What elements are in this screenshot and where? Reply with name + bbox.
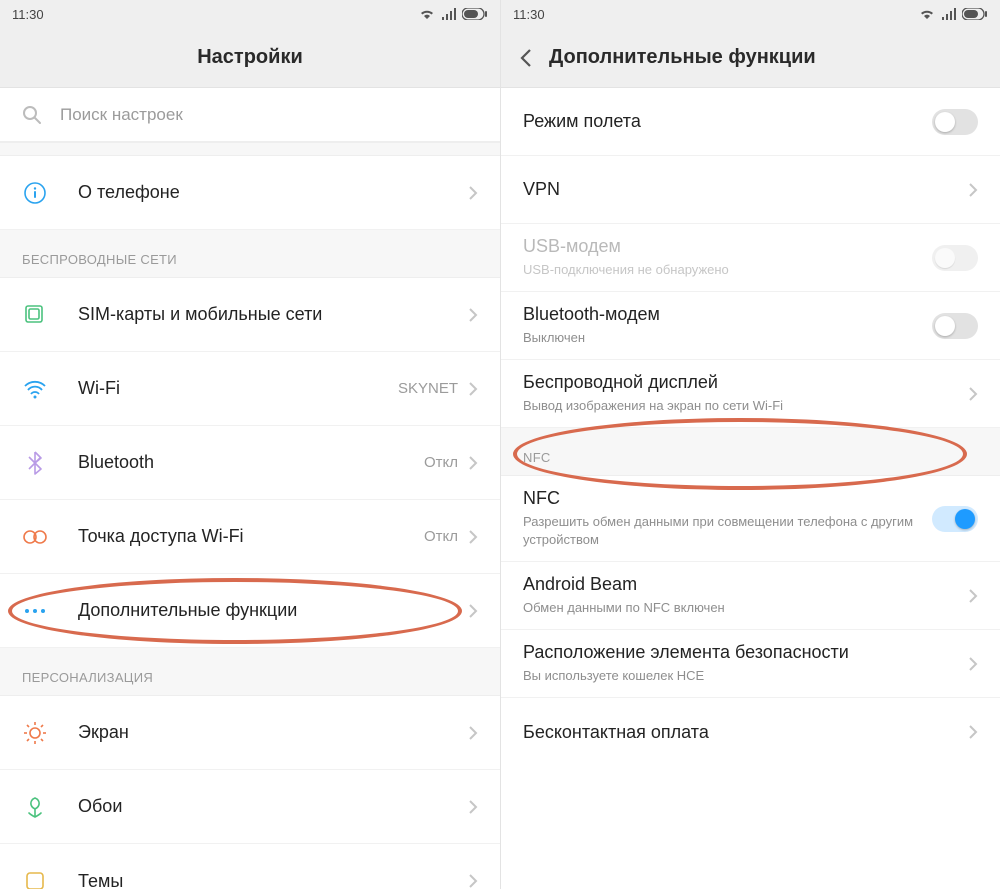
back-icon[interactable] (519, 48, 533, 68)
row-usb-tether: USB-модем USB-подключения не обнаружено (501, 224, 1000, 292)
row-label: Дополнительные функции (78, 600, 468, 621)
chevron-right-icon (468, 185, 478, 201)
status-bar: 11:30 (501, 0, 1000, 28)
chevron-right-icon (468, 381, 478, 397)
row-value: SKYNET (398, 380, 458, 397)
sim-icon (22, 302, 48, 328)
brightness-icon (22, 720, 48, 746)
tulip-icon (22, 794, 48, 820)
row-value: Откл (424, 528, 458, 545)
row-airplane[interactable]: Режим полета (501, 88, 1000, 156)
chevron-right-icon (468, 873, 478, 889)
toggle-nfc[interactable] (932, 506, 978, 532)
row-sub: Обмен данными по NFC включен (523, 599, 968, 617)
row-display[interactable]: Экран (0, 696, 500, 770)
chevron-right-icon (468, 603, 478, 619)
row-android-beam[interactable]: Android Beam Обмен данными по NFC включе… (501, 562, 1000, 630)
row-label: Wi-Fi (78, 378, 398, 399)
row-label: О телефоне (78, 182, 468, 203)
chevron-right-icon (468, 529, 478, 545)
section-personalization: ПЕРСОНАЛИЗАЦИЯ (0, 648, 500, 696)
hotspot-icon (22, 524, 48, 550)
row-label: Bluetooth-модем (523, 304, 932, 325)
phone-left-settings: 11:30 Настройки Поиск настроек О телефон… (0, 0, 500, 889)
chevron-right-icon (968, 386, 978, 402)
page-title: Настройки (197, 46, 303, 69)
wifi-icon (22, 376, 48, 402)
row-sub: Вывод изображения на экран по сети Wi-Fi (523, 397, 968, 415)
search-bar[interactable]: Поиск настроек (0, 88, 500, 142)
chevron-right-icon (968, 588, 978, 604)
row-value: Откл (424, 454, 458, 471)
row-sub: Разрешить обмен данными при совмещении т… (523, 513, 932, 548)
row-label: Бесконтактная оплата (523, 722, 968, 743)
themes-icon (22, 868, 48, 889)
search-icon (22, 105, 42, 125)
row-more-functions[interactable]: Дополнительные функции (0, 574, 500, 648)
chevron-right-icon (968, 182, 978, 198)
chevron-right-icon (968, 656, 978, 672)
row-bt-tether[interactable]: Bluetooth-модем Выключен (501, 292, 1000, 360)
row-label: VPN (523, 179, 968, 200)
info-icon (22, 180, 48, 206)
row-sub: Вы используете кошелек HCE (523, 667, 968, 685)
row-label: NFC (523, 488, 932, 509)
row-wireless-display[interactable]: Беспроводной дисплей Вывод изображения н… (501, 360, 1000, 428)
toggle-airplane[interactable] (932, 109, 978, 135)
row-label: Bluetooth (78, 452, 424, 473)
row-hotspot[interactable]: Точка доступа Wi-Fi Откл (0, 500, 500, 574)
section-nfc: NFC (501, 428, 1000, 476)
row-sub: Выключен (523, 329, 932, 347)
row-tap-and-pay[interactable]: Бесконтактная оплата (501, 698, 1000, 766)
signal-icon (941, 8, 956, 20)
signal-icon (441, 8, 456, 20)
phone-right-more: 11:30 Дополнительные функции Режим полет… (500, 0, 1000, 889)
row-label: Android Beam (523, 574, 968, 595)
status-time: 11:30 (513, 7, 545, 22)
wifi-icon (919, 8, 935, 20)
battery-icon (462, 8, 488, 20)
row-label: Беспроводной дисплей (523, 372, 968, 393)
title-bar: Настройки (0, 28, 500, 88)
status-time: 11:30 (12, 7, 44, 22)
row-label: Темы (78, 871, 468, 889)
wifi-icon (419, 8, 435, 20)
chevron-right-icon (468, 307, 478, 323)
toggle-usb (932, 245, 978, 271)
chevron-right-icon (468, 725, 478, 741)
status-bar: 11:30 (0, 0, 500, 28)
more-dots-icon (22, 598, 48, 624)
row-label: Обои (78, 796, 468, 817)
search-placeholder: Поиск настроек (60, 105, 183, 125)
toggle-bt-tether[interactable] (932, 313, 978, 339)
page-title: Дополнительные функции (549, 46, 816, 69)
row-themes[interactable]: Темы (0, 844, 500, 889)
row-label: SIM-карты и мобильные сети (78, 304, 468, 325)
row-sub: USB-подключения не обнаружено (523, 261, 932, 279)
title-bar: Дополнительные функции (501, 28, 1000, 88)
chevron-right-icon (968, 724, 978, 740)
row-label: Режим полета (523, 111, 932, 132)
row-label: Экран (78, 722, 468, 743)
row-label: Точка доступа Wi-Fi (78, 526, 424, 547)
row-sim-cards[interactable]: SIM-карты и мобильные сети (0, 278, 500, 352)
row-bluetooth[interactable]: Bluetooth Откл (0, 426, 500, 500)
section-wireless: БЕСПРОВОДНЫЕ СЕТИ (0, 230, 500, 278)
row-wifi[interactable]: Wi-Fi SKYNET (0, 352, 500, 426)
row-secure-element[interactable]: Расположение элемента безопасности Вы ис… (501, 630, 1000, 698)
chevron-right-icon (468, 799, 478, 815)
row-label: USB-модем (523, 236, 932, 257)
chevron-right-icon (468, 455, 478, 471)
battery-icon (962, 8, 988, 20)
row-label: Расположение элемента безопасности (523, 642, 968, 663)
row-nfc[interactable]: NFC Разрешить обмен данными при совмещен… (501, 476, 1000, 562)
row-vpn[interactable]: VPN (501, 156, 1000, 224)
row-wallpaper[interactable]: Обои (0, 770, 500, 844)
bluetooth-icon (22, 450, 48, 476)
row-about-phone[interactable]: О телефоне (0, 156, 500, 230)
